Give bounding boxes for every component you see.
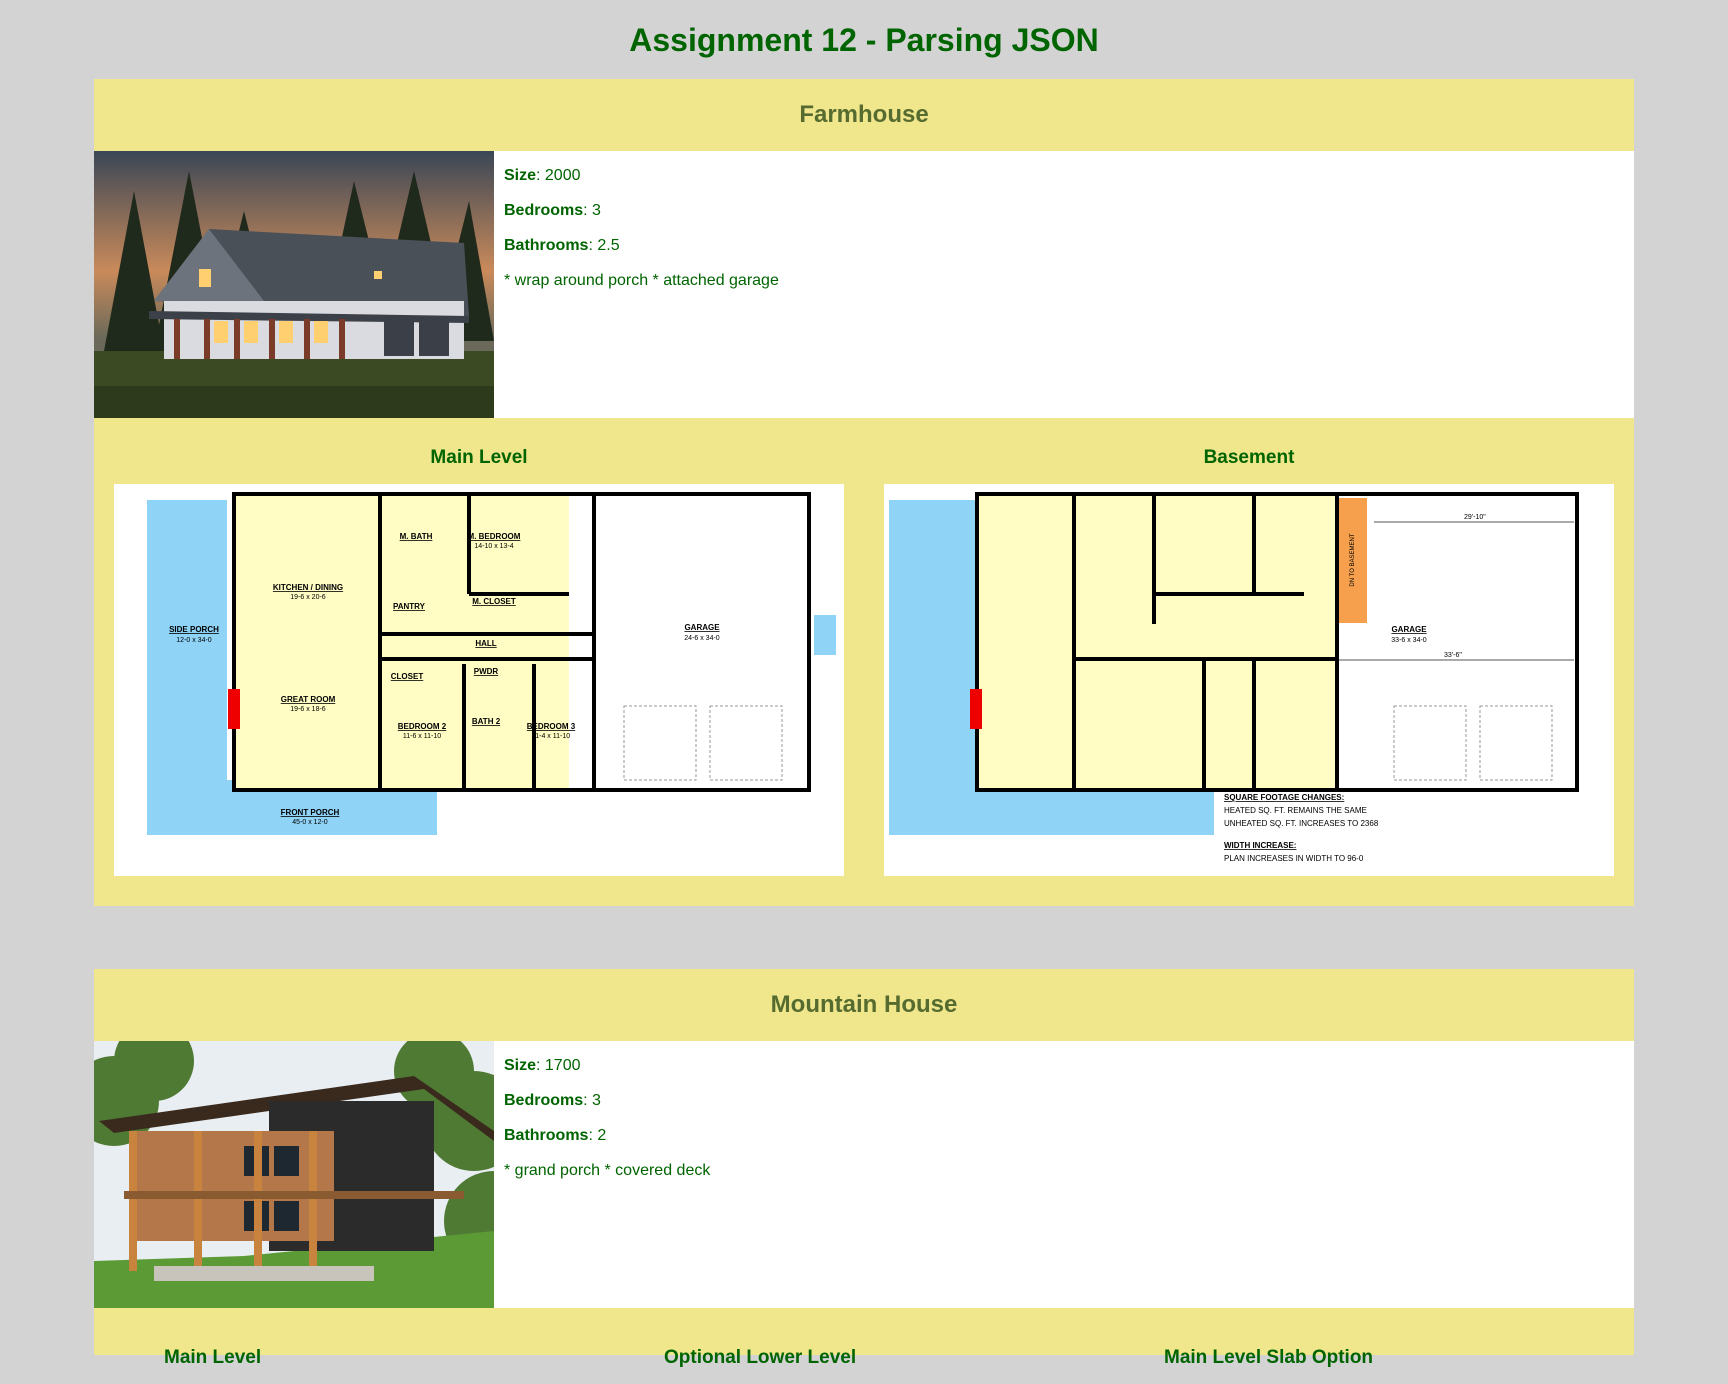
size-row: Size: 1700 (504, 1057, 581, 1074)
label-dim-mid: 33'-6" (1444, 652, 1462, 659)
label-bedroom2: BEDROOM 2 (398, 722, 447, 731)
size-value: 1700 (544, 1057, 581, 1074)
label-pwdr: PWDR (474, 667, 499, 676)
svg-text:45-0 x 12-0: 45-0 x 12-0 (292, 819, 328, 826)
house-name: Farmhouse (799, 101, 929, 128)
label-garage: GARAGE (1391, 625, 1427, 634)
label-to-basement: DN TO BASEMENT (1350, 533, 1356, 586)
svg-text:24-6 x 34-0: 24-6 x 34-0 (684, 635, 720, 642)
width-title: WIDTH INCREASE: (1224, 841, 1296, 850)
bedrooms-row: Bedrooms: 3 (504, 202, 601, 219)
floor-plan-title: Main Level (430, 447, 528, 468)
bathrooms-value: 2 (597, 1127, 607, 1144)
svg-text:14-10 x 13-4: 14-10 x 13-4 (474, 543, 513, 550)
size-value: 2000 (544, 167, 581, 184)
house-photo (94, 1041, 494, 1308)
bathrooms-row: Bathrooms: 2 (504, 1127, 607, 1144)
floor-plan-main-level: Main Level SIDE PORCH KITCHEN / DINING G… (114, 446, 844, 876)
bedrooms-value: 3 (592, 202, 601, 219)
house-card-farmhouse: Farmhouse Size: 2000 Bedrooms: 3 Bathroo… (94, 79, 1634, 906)
svg-text:33-6 x 34-0: 33-6 x 34-0 (1391, 637, 1427, 644)
floor-plan-basement: Basement GARAGE 33-6 x 34-0 DN TO BASEME… (884, 446, 1614, 876)
page-title: Assignment 12 - Parsing JSON (629, 22, 1099, 58)
floor-plans: Main Level Optional Lower Level Main Lev… (94, 1308, 1634, 1384)
house-name: Mountain House (770, 991, 958, 1018)
size-row: Size: 2000 (504, 167, 581, 184)
floor-plan-image: SIDE PORCH KITCHEN / DINING GREAT ROOM M… (114, 484, 844, 876)
label-m-bath: M. BATH (400, 532, 433, 541)
house-details: Size: 2000 Bedrooms: 3 Bathrooms: 2.5 * … (494, 151, 779, 418)
label-bath2: BATH 2 (472, 717, 501, 726)
sq-ft-title: SQUARE FOOTAGE CHANGES: (1224, 793, 1344, 802)
svg-text:PLAN INCREASES IN WIDTH TO 96-: PLAN INCREASES IN WIDTH TO 96-0 (1224, 854, 1364, 863)
floor-plan-title: Main Level Slab Option (1164, 1347, 1374, 1368)
floor-plans: Main Level SIDE PORCH KITCHEN / DINING G… (94, 418, 1634, 906)
floor-plan-title: Optional Lower Level (664, 1347, 857, 1368)
label-kitchen: KITCHEN / DINING (273, 583, 343, 592)
bedrooms-value: 3 (592, 1092, 601, 1109)
house-card-mountain-house: Mountain House Size: 1700 Bedrooms: 3 Ba… (94, 969, 1634, 1368)
label-pantry: PANTRY (393, 602, 426, 611)
label-great-room: GREAT ROOM (281, 695, 336, 704)
label-hall: HALL (475, 639, 496, 648)
house-details: Size: 1700 Bedrooms: 3 Bathrooms: 2 * gr… (494, 1041, 710, 1308)
svg-text:11-6 x 11-10: 11-6 x 11-10 (403, 733, 441, 740)
svg-text:11-4 x 11-10: 11-4 x 11-10 (532, 733, 570, 740)
svg-text:UNHEATED SQ. FT. INCREASES TO: UNHEATED SQ. FT. INCREASES TO 2368 (1224, 819, 1379, 828)
floor-plan-title: Main Level (164, 1347, 262, 1368)
bathrooms-row: Bathrooms: 2.5 (504, 237, 620, 254)
label-m-bedroom: M. BEDROOM (468, 532, 521, 541)
label-m-closet: M. CLOSET (472, 597, 516, 606)
bedrooms-row: Bedrooms: 3 (504, 1092, 601, 1109)
bathrooms-value: 2.5 (597, 237, 620, 254)
floor-plan-title: Basement (1203, 447, 1295, 468)
features: * wrap around porch * attached garage (504, 272, 779, 289)
svg-text:HEATED SQ. FT. REMAINS THE SAM: HEATED SQ. FT. REMAINS THE SAME (1224, 806, 1367, 815)
label-side-porch: SIDE PORCH (169, 625, 219, 634)
label-closet: CLOSET (391, 672, 424, 681)
label-garage: GARAGE (684, 623, 720, 632)
label-dim-top: 29'-10" (1464, 514, 1486, 521)
house-photo (94, 151, 494, 418)
label-front-porch: FRONT PORCH (281, 808, 340, 817)
svg-text:12-0 x 34-0: 12-0 x 34-0 (176, 637, 212, 644)
features: * grand porch * covered deck (504, 1162, 711, 1179)
svg-text:19-6 x 18-6: 19-6 x 18-6 (290, 706, 326, 713)
svg-text:19-6 x 20-6: 19-6 x 20-6 (290, 594, 326, 601)
floor-plan-image: GARAGE 33-6 x 34-0 DN TO BASEMENT 29'-10… (884, 484, 1614, 876)
label-bedroom3: BEDROOM 3 (527, 722, 576, 731)
